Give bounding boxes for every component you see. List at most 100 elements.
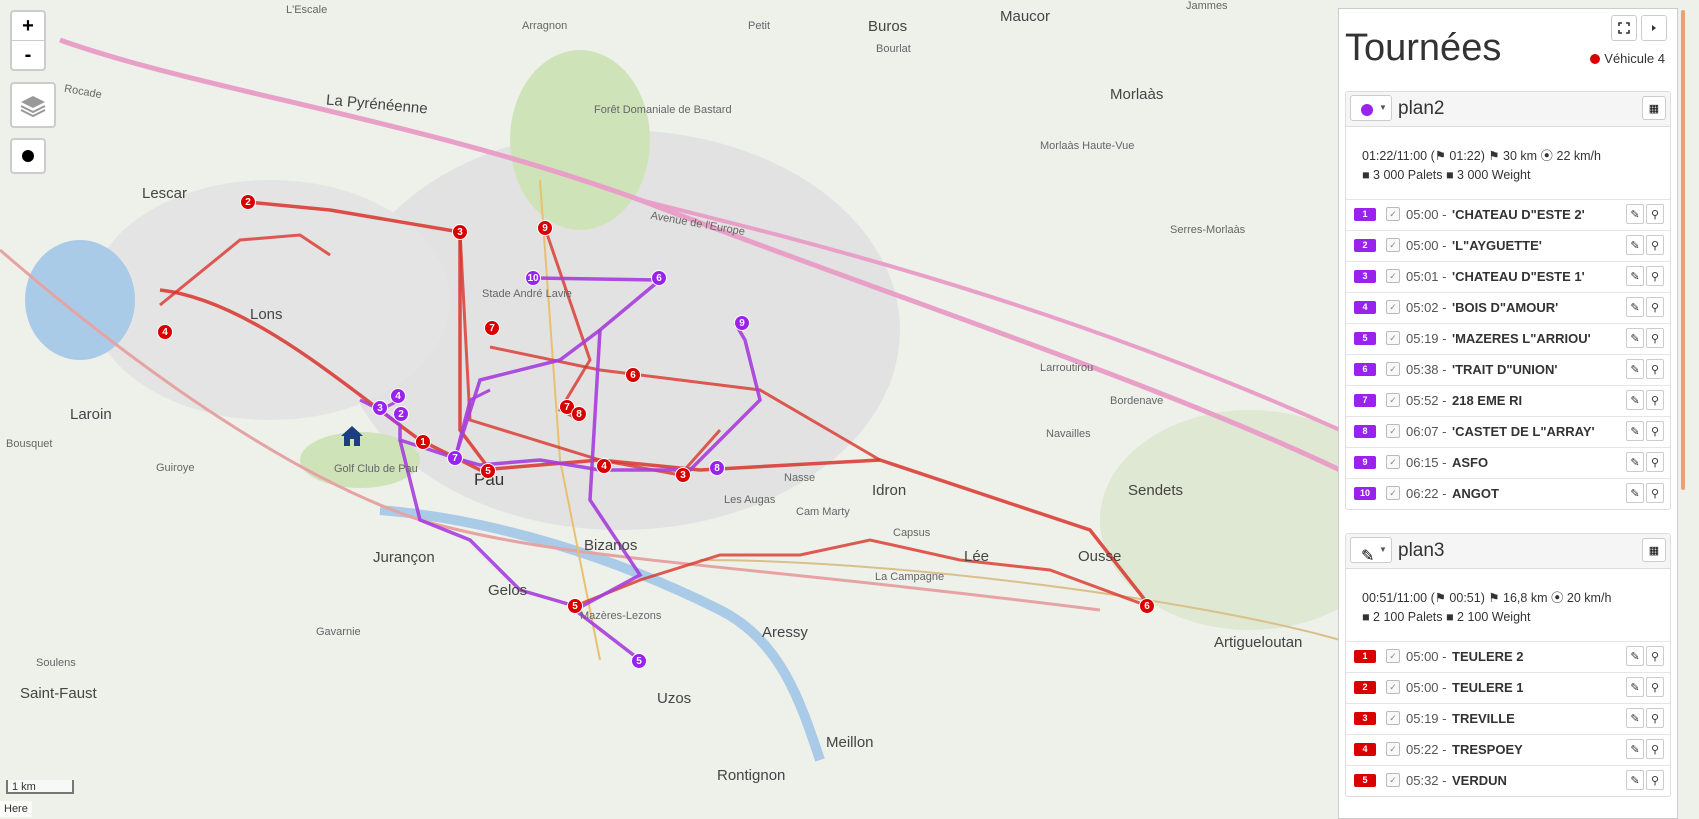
route-marker[interactable]: 3 [372, 400, 388, 416]
route-marker[interactable]: 1 [415, 434, 431, 450]
edit-stop-button[interactable]: ✎ [1626, 390, 1644, 410]
stop-checkbox[interactable]: ✓ [1386, 238, 1400, 252]
locate-stop-button[interactable]: ⚲ [1646, 483, 1664, 503]
edit-stop-button[interactable]: ✎ [1626, 483, 1644, 503]
edit-stop-button[interactable]: ✎ [1626, 452, 1644, 472]
route-marker[interactable]: 5 [480, 463, 496, 479]
stop-checkbox[interactable]: ✓ [1386, 773, 1400, 787]
layers-button[interactable] [10, 82, 56, 128]
route-marker[interactable]: 4 [390, 388, 406, 404]
stop-checkbox[interactable]: ✓ [1386, 207, 1400, 221]
stop-checkbox[interactable]: ✓ [1386, 742, 1400, 756]
stop-row[interactable]: 9 ✓ 06:15 - ASFO ✎ ⚲ [1346, 447, 1670, 478]
edit-stop-button[interactable]: ✎ [1626, 708, 1644, 728]
home-icon[interactable] [340, 425, 364, 447]
edit-stop-button[interactable]: ✎ [1626, 421, 1644, 441]
plan-color-picker[interactable]: ✎ ▼ [1350, 537, 1392, 565]
stop-checkbox[interactable]: ✓ [1386, 649, 1400, 663]
stop-checkbox[interactable]: ✓ [1386, 424, 1400, 438]
stop-checkbox[interactable]: ✓ [1386, 300, 1400, 314]
stop-row[interactable]: 3 ✓ 05:19 - TREVILLE ✎ ⚲ [1346, 703, 1670, 734]
route-marker[interactable]: 7 [447, 450, 463, 466]
edit-stop-button[interactable]: ✎ [1626, 266, 1644, 286]
locate-stop-button[interactable]: ⚲ [1646, 708, 1664, 728]
fullscreen-button[interactable] [1611, 15, 1637, 41]
panel-scrollbar[interactable] [1681, 10, 1685, 490]
edit-stop-button[interactable]: ✎ [1626, 677, 1644, 697]
route-marker[interactable]: 3 [675, 467, 691, 483]
stop-checkbox[interactable]: ✓ [1386, 680, 1400, 694]
stop-row[interactable]: 1 ✓ 05:00 - TEULERE 2 ✎ ⚲ [1346, 641, 1670, 672]
collapse-panel-button[interactable] [1641, 15, 1667, 41]
locate-stop-button[interactable]: ⚲ [1646, 235, 1664, 255]
route-marker[interactable]: 9 [734, 315, 750, 331]
route-marker[interactable]: 4 [157, 324, 173, 340]
locate-stop-button[interactable]: ⚲ [1646, 646, 1664, 666]
route-marker[interactable]: 5 [631, 653, 647, 669]
route-marker[interactable]: 3 [452, 224, 468, 240]
locate-stop-button[interactable]: ⚲ [1646, 739, 1664, 759]
edit-stop-button[interactable]: ✎ [1626, 770, 1644, 790]
pencil-icon: ✎ [1630, 364, 1640, 376]
locate-stop-button[interactable]: ⚲ [1646, 359, 1664, 379]
stop-row[interactable]: 8 ✓ 06:07 - 'CASTET DE L"ARRAY' ✎ ⚲ [1346, 416, 1670, 447]
stop-checkbox[interactable]: ✓ [1386, 455, 1400, 469]
stop-checkbox[interactable]: ✓ [1386, 486, 1400, 500]
locate-stop-button[interactable]: ⚲ [1646, 266, 1664, 286]
stop-checkbox[interactable]: ✓ [1386, 331, 1400, 345]
locate-stop-button[interactable]: ⚲ [1646, 297, 1664, 317]
stop-row[interactable]: 6 ✓ 05:38 - 'TRAIT D"UNION' ✎ ⚲ [1346, 354, 1670, 385]
stop-row[interactable]: 2 ✓ 05:00 - 'L"AYGUETTE' ✎ ⚲ [1346, 230, 1670, 261]
stop-row[interactable]: 2 ✓ 05:00 - TEULERE 1 ✎ ⚲ [1346, 672, 1670, 703]
stop-number: 10 [1354, 487, 1376, 500]
calendar-button[interactable]: ▦ [1642, 538, 1666, 562]
route-marker[interactable]: 8 [571, 406, 587, 422]
route-marker[interactable]: 9 [537, 220, 553, 236]
map-marker-icon: ⚲ [1650, 651, 1660, 663]
edit-stop-button[interactable]: ✎ [1626, 235, 1644, 255]
stop-checkbox[interactable]: ✓ [1386, 393, 1400, 407]
stop-row[interactable]: 5 ✓ 05:19 - 'MAZERES L"ARRIOU' ✎ ⚲ [1346, 323, 1670, 354]
route-marker[interactable]: 7 [484, 320, 500, 336]
route-marker[interactable]: 6 [625, 367, 641, 383]
locate-button[interactable] [10, 138, 46, 174]
calendar-button[interactable]: ▦ [1642, 96, 1666, 120]
zoom-in-button[interactable]: + [12, 12, 44, 41]
stop-row[interactable]: 4 ✓ 05:02 - 'BOIS D"AMOUR' ✎ ⚲ [1346, 292, 1670, 323]
route-marker[interactable]: 2 [393, 406, 409, 422]
stop-checkbox[interactable]: ✓ [1386, 269, 1400, 283]
edit-stop-button[interactable]: ✎ [1626, 297, 1644, 317]
locate-stop-button[interactable]: ⚲ [1646, 677, 1664, 697]
plan-color-picker[interactable]: ▼ [1350, 95, 1392, 121]
stop-name: 'CHATEAU D"ESTE 1' [1452, 269, 1585, 284]
locate-stop-button[interactable]: ⚲ [1646, 452, 1664, 472]
zoom-out-button[interactable]: - [12, 41, 44, 69]
route-marker[interactable]: 10 [525, 270, 541, 286]
edit-stop-button[interactable]: ✎ [1626, 204, 1644, 224]
route-marker[interactable]: 2 [240, 194, 256, 210]
stop-row[interactable]: 1 ✓ 05:00 - 'CHATEAU D"ESTE 2' ✎ ⚲ [1346, 199, 1670, 230]
stop-row[interactable]: 4 ✓ 05:22 - TRESPOEY ✎ ⚲ [1346, 734, 1670, 765]
edit-stop-button[interactable]: ✎ [1626, 328, 1644, 348]
locate-stop-button[interactable]: ⚲ [1646, 204, 1664, 224]
locate-stop-button[interactable]: ⚲ [1646, 770, 1664, 790]
stop-row[interactable]: 10 ✓ 06:22 - ANGOT ✎ ⚲ [1346, 478, 1670, 509]
edit-stop-button[interactable]: ✎ [1626, 739, 1644, 759]
route-marker[interactable]: 8 [709, 460, 725, 476]
place-label: Larroutirou [1040, 362, 1094, 374]
route-marker[interactable]: 6 [1139, 598, 1155, 614]
locate-stop-button[interactable]: ⚲ [1646, 390, 1664, 410]
route-marker[interactable]: 4 [596, 458, 612, 474]
stop-row[interactable]: 5 ✓ 05:32 - VERDUN ✎ ⚲ [1346, 765, 1670, 796]
edit-stop-button[interactable]: ✎ [1626, 359, 1644, 379]
locate-stop-button[interactable]: ⚲ [1646, 328, 1664, 348]
stop-checkbox[interactable]: ✓ [1386, 362, 1400, 376]
route-marker[interactable]: 5 [567, 598, 583, 614]
stop-row[interactable]: 7 ✓ 05:52 - 218 EME RI ✎ ⚲ [1346, 385, 1670, 416]
locate-stop-button[interactable]: ⚲ [1646, 421, 1664, 441]
route-marker[interactable]: 6 [651, 270, 667, 286]
attribution[interactable]: Here [0, 801, 32, 817]
edit-stop-button[interactable]: ✎ [1626, 646, 1644, 666]
stop-row[interactable]: 3 ✓ 05:01 - 'CHATEAU D"ESTE 1' ✎ ⚲ [1346, 261, 1670, 292]
stop-checkbox[interactable]: ✓ [1386, 711, 1400, 725]
